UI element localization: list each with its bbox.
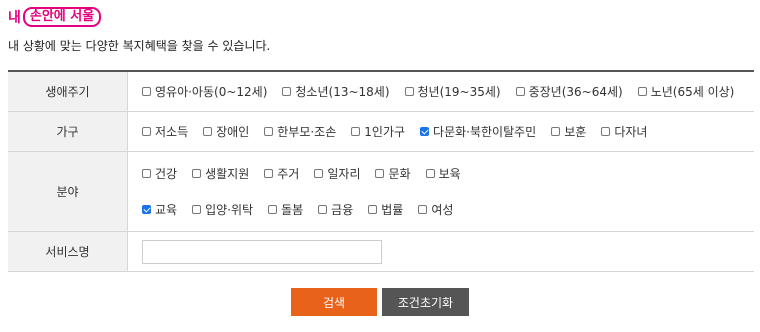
option-label: 주거 <box>277 167 300 182</box>
option-label: 다문화·북한이탈주민 <box>433 125 537 139</box>
checkbox-icon[interactable] <box>637 87 647 96</box>
row-life-cycle: 생애주기 영유아·아동(0~12세) 청소년(13~18세) 청년(19~35세) 중… <box>8 72 754 112</box>
option-label: 노년(65세 이상) <box>650 85 735 99</box>
checkbox-icon[interactable] <box>264 169 274 179</box>
checkbox-checked-icon[interactable] <box>420 127 430 136</box>
option-label: 장애인 <box>216 125 250 139</box>
checkbox-icon[interactable] <box>404 87 414 96</box>
logo-prefix: 내 <box>8 10 21 26</box>
filter-option[interactable]: 한부모·조손 <box>264 122 336 142</box>
filter-option[interactable]: 일자리 <box>314 164 360 184</box>
filter-table: 생애주기 영유아·아동(0~12세) 청소년(13~18세) 청년(19~35세) 중… <box>8 70 754 272</box>
filter-option[interactable]: 다자녀 <box>601 122 647 142</box>
filter-option[interactable]: 금융 <box>318 199 353 219</box>
row-service-name: 서비스명 <box>8 232 754 272</box>
option-label: 보훈 <box>564 125 587 139</box>
filter-option[interactable]: 입양·위탁 <box>192 199 253 219</box>
filter-option[interactable]: 저소득 <box>142 122 188 142</box>
row-label-field: 분야 <box>8 152 128 231</box>
filter-option[interactable]: 장애인 <box>203 122 249 142</box>
option-label: 입양·위탁 <box>205 202 254 217</box>
checkbox-icon[interactable] <box>142 127 151 136</box>
checkbox-icon[interactable] <box>551 127 561 136</box>
options-field-line2: 교육 입양·위탁 돌봄 금융 법률 여성 <box>142 199 754 219</box>
filter-option[interactable]: 보훈 <box>551 122 586 142</box>
checkbox-icon[interactable] <box>314 169 324 179</box>
filter-option[interactable]: 건강 <box>142 164 177 184</box>
filter-option[interactable]: 1인가구 <box>351 122 405 142</box>
option-label: 일자리 <box>327 167 361 182</box>
option-label: 돌봄 <box>281 202 304 217</box>
checkbox-icon[interactable] <box>418 204 428 214</box>
checkbox-icon[interactable] <box>425 169 435 179</box>
options-life-cycle: 영유아·아동(0~12세) 청소년(13~18세) 청년(19~35세) 중장년(36… <box>128 72 754 111</box>
checkbox-icon[interactable] <box>142 87 151 96</box>
filter-option[interactable]: 영유아·아동(0~12세) <box>142 82 267 102</box>
service-name-cell <box>128 232 754 271</box>
search-button[interactable]: 검색 <box>291 288 377 316</box>
filter-option[interactable]: 생활지원 <box>192 164 249 184</box>
filter-option[interactable]: 문화 <box>375 164 411 184</box>
checkbox-icon[interactable] <box>515 87 525 96</box>
filter-option[interactable]: 청소년(13~18세) <box>282 82 390 102</box>
row-field: 분야 건강 생활지원 주거 일자리 문화 보육 교육 입양·위탁 돌봄 금융 법률 여성 <box>8 152 754 232</box>
options-household: 저소득 장애인 한부모·조손 1인가구 다문화·북한이탈주민 보훈 다자녀 <box>128 112 754 151</box>
intro-text: 내 상황에 맞는 다양한 복지혜택을 찾을 수 있습니다. <box>8 39 271 53</box>
option-label: 청년(19~35세) <box>417 85 501 99</box>
option-label: 중장년(36~64세) <box>528 85 623 99</box>
option-label: 교육 <box>155 202 178 217</box>
option-label: 보육 <box>438 167 461 182</box>
filter-option[interactable]: 다문화·북한이탈주민 <box>420 122 536 142</box>
row-label-household: 가구 <box>8 112 128 151</box>
option-label: 한부모·조손 <box>277 125 337 139</box>
app-logo: 내 손안에 서울 <box>8 6 102 28</box>
checkbox-icon[interactable] <box>192 204 202 214</box>
filter-option[interactable]: 법률 <box>368 199 403 219</box>
filter-option[interactable]: 보육 <box>425 164 461 184</box>
row-label-service-name: 서비스명 <box>8 232 128 271</box>
filter-option[interactable]: 주거 <box>264 164 299 184</box>
option-label: 법률 <box>381 202 404 217</box>
option-label: 문화 <box>388 167 411 182</box>
checkbox-icon[interactable] <box>351 127 361 136</box>
option-label: 1인가구 <box>364 125 406 139</box>
reset-conditions-button[interactable]: 조건초기화 <box>382 288 469 316</box>
checkbox-icon[interactable] <box>601 127 611 136</box>
checkbox-checked-icon[interactable] <box>142 204 151 214</box>
checkbox-icon[interactable] <box>264 127 274 136</box>
filter-option[interactable]: 중장년(36~64세) <box>515 82 623 102</box>
logo-text: 손안에 서울 <box>22 7 102 27</box>
checkbox-icon[interactable] <box>142 169 151 179</box>
button-bar: 검색 조건초기화 <box>0 288 760 316</box>
options-field: 건강 생활지원 주거 일자리 문화 보육 교육 입양·위탁 돌봄 금융 법률 여성 <box>128 152 754 231</box>
option-label: 청소년(13~18세) <box>295 85 390 99</box>
option-label: 저소득 <box>155 125 189 139</box>
options-field-line1: 건강 생활지원 주거 일자리 문화 보육 <box>142 164 754 184</box>
row-label-life-cycle: 생애주기 <box>8 72 128 111</box>
checkbox-icon[interactable] <box>268 204 278 214</box>
option-label: 생활지원 <box>205 167 250 182</box>
option-label: 금융 <box>331 202 354 217</box>
filter-option[interactable]: 여성 <box>418 199 453 219</box>
checkbox-icon[interactable] <box>192 169 202 179</box>
option-label: 여성 <box>431 202 454 217</box>
checkbox-icon[interactable] <box>375 169 385 179</box>
checkbox-icon[interactable] <box>318 204 328 214</box>
checkbox-icon[interactable] <box>282 87 292 96</box>
filter-option[interactable]: 청년(19~35세) <box>404 82 501 102</box>
option-label: 영유아·아동(0~12세) <box>155 85 268 99</box>
checkbox-icon[interactable] <box>203 127 213 136</box>
filter-option[interactable]: 교육 <box>142 199 177 219</box>
filter-option[interactable]: 돌봄 <box>268 199 303 219</box>
checkbox-icon[interactable] <box>368 204 378 214</box>
option-label: 건강 <box>155 167 178 182</box>
option-label: 다자녀 <box>614 125 648 139</box>
filter-option[interactable]: 노년(65세 이상) <box>637 82 735 102</box>
row-household: 가구 저소득 장애인 한부모·조손 1인가구 다문화·북한이탈주민 보훈 다자녀 <box>8 112 754 152</box>
service-name-input[interactable] <box>142 239 382 264</box>
